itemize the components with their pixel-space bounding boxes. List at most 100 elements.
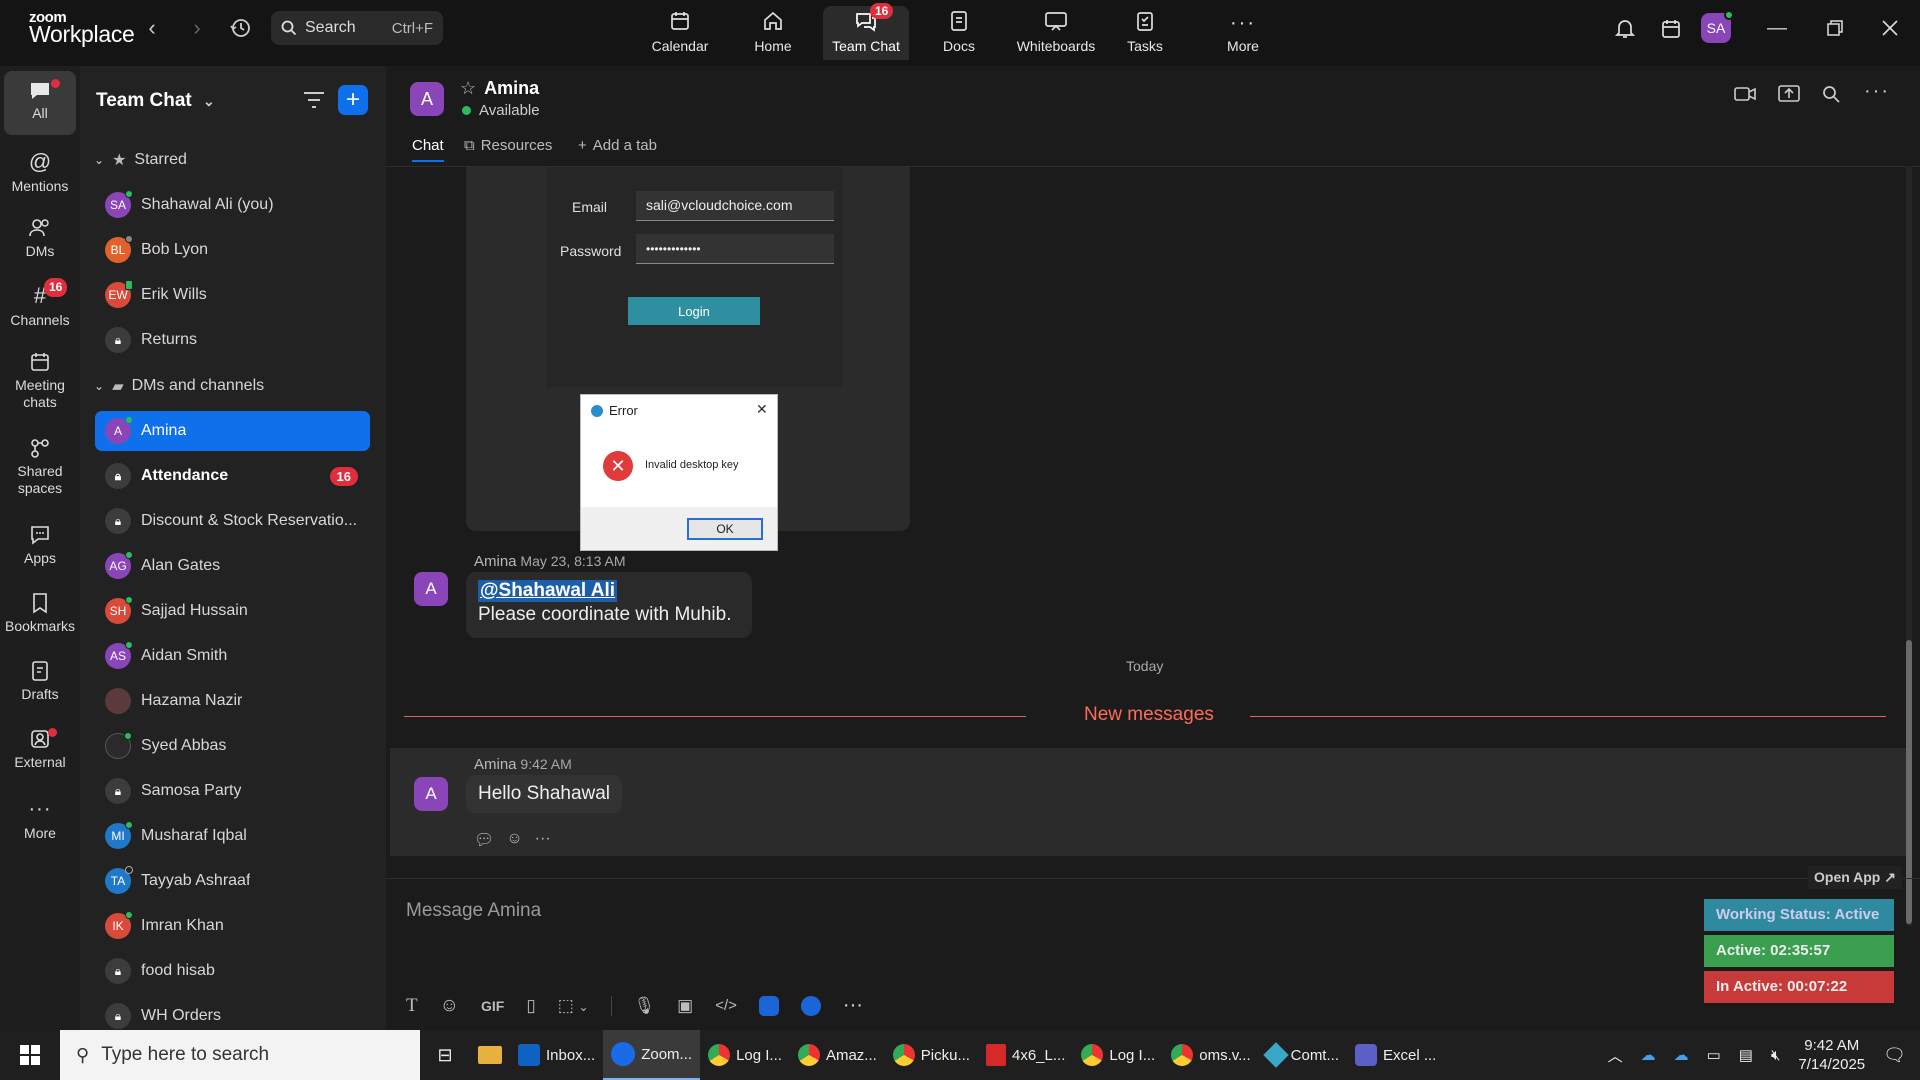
rail-item-apps[interactable]: Apps <box>4 524 76 567</box>
taskbar-item-excel[interactable]: Excel ... <box>1347 1030 1444 1080</box>
rail-item-drafts[interactable]: Drafts <box>4 660 76 703</box>
star-icon[interactable]: ☆ <box>460 78 476 99</box>
message-author[interactable]: Amina <box>474 756 517 773</box>
tab-tasks[interactable]: Tasks <box>1102 6 1188 60</box>
rail-item-external[interactable]: External <box>4 728 76 771</box>
list-item[interactable]: MI Musharaf Iqbal <box>95 816 370 856</box>
rail-item-more[interactable]: ··· More <box>4 799 76 842</box>
rail-item-shared-spaces[interactable]: Shared spaces <box>4 437 76 497</box>
message-input[interactable]: Message Amina <box>406 888 1756 948</box>
volume-muted-icon[interactable]: 🔇︎ <box>1771 1047 1780 1064</box>
battery-icon[interactable]: ▭ <box>1707 1046 1721 1064</box>
list-item[interactable]: 🔒︎ Attendance 16 <box>95 456 370 496</box>
search-input[interactable]: Search Ctrl+F <box>271 11 443 45</box>
windows-start-icon[interactable] <box>0 1030 60 1080</box>
bell-icon[interactable] <box>1612 16 1638 42</box>
list-item[interactable]: TA Tayyab Ashraaf <box>95 861 370 901</box>
more-icon[interactable]: ··· <box>843 994 863 1017</box>
taskbar-item-chrome[interactable]: Amaz... <box>790 1030 885 1080</box>
tab-home[interactable]: Home <box>730 6 816 60</box>
message-author[interactable]: Amina <box>474 553 517 570</box>
app-icon-2[interactable] <box>800 995 821 1016</box>
list-item[interactable]: Hazama Nazir <box>95 681 370 721</box>
shared-screenshot[interactable]: Email sali@vcloudchoice.com Password •••… <box>466 167 910 551</box>
file-icon[interactable]: ▯ <box>526 996 535 1016</box>
tab-whiteboards[interactable]: Whiteboards <box>1008 6 1104 60</box>
taskbar-item-acrobat[interactable]: 4x6_L... <box>978 1030 1073 1080</box>
taskbar-item-outlook[interactable]: Inbox... <box>510 1030 603 1080</box>
taskbar-item-chrome[interactable]: Log I... <box>1073 1030 1163 1080</box>
list-item-selected[interactable]: A Amina <box>95 411 370 451</box>
close-icon[interactable] <box>1878 14 1902 42</box>
code-icon[interactable]: </> <box>715 997 737 1014</box>
restore-icon[interactable] <box>1823 14 1847 42</box>
task-view-icon[interactable]: ⊟ <box>420 1045 470 1066</box>
clock[interactable]: 9:42 AM 7/14/2025 <box>1798 1036 1865 1074</box>
rail-item-dms[interactable]: DMs <box>4 217 76 260</box>
rail-item-mentions[interactable]: @ Mentions <box>4 150 76 195</box>
list-item[interactable]: AS Aidan Smith <box>95 636 370 676</box>
tab-resources[interactable]: ⧉ Resources <box>464 137 552 154</box>
chevron-up-icon[interactable]: ︿ <box>1608 1045 1623 1066</box>
taskbar-item-app[interactable]: Comt... <box>1259 1030 1347 1080</box>
list-item[interactable]: EW Erik Wills <box>95 275 370 315</box>
emoji-icon[interactable]: ☺ <box>440 995 459 1017</box>
rail-item-meeting-chats[interactable]: Meeting chats <box>4 351 76 411</box>
network-icon[interactable]: ▤ <box>1739 1046 1753 1064</box>
gif-icon[interactable]: GIF <box>481 998 504 1014</box>
list-item[interactable]: AG Alan Gates <box>95 546 370 586</box>
tab-calendar[interactable]: Calendar <box>637 6 723 60</box>
rail-item-bookmarks[interactable]: Bookmarks <box>4 592 76 635</box>
list-item[interactable]: IK Imran Khan <box>95 906 370 946</box>
share-screen-icon[interactable] <box>1778 84 1800 104</box>
list-item[interactable]: SH Sajjad Hussain <box>95 591 370 631</box>
tab-chat[interactable]: Chat <box>412 137 444 162</box>
add-tab-button[interactable]: + Add a tab <box>578 137 657 154</box>
calendar-status-icon[interactable] <box>1658 16 1684 42</box>
list-item[interactable]: 🔒︎ food hisab <box>95 951 370 991</box>
search-icon[interactable] <box>1822 85 1840 103</box>
message-avatar[interactable]: A <box>414 777 448 811</box>
taskbar-item-chrome[interactable]: Log I... <box>700 1030 790 1080</box>
message-bubble[interactable]: Hello Shahawal <box>466 775 623 813</box>
tab-docs[interactable]: Docs <box>916 6 1002 60</box>
starred-section-header[interactable]: ⌄ ★ Starred <box>94 150 187 170</box>
tab-more[interactable]: ··· More <box>1200 6 1286 60</box>
rail-item-channels[interactable]: # 16 Channels <box>4 278 76 329</box>
list-item[interactable]: 🔒︎ Returns <box>95 320 370 360</box>
screenshot-icon[interactable]: ⬚ ⌄ <box>558 996 589 1016</box>
onedrive-icon[interactable]: ☁ <box>1674 1046 1689 1064</box>
text-format-icon[interactable]: T <box>406 995 418 1017</box>
more-options-icon[interactable]: ··· <box>1864 80 1890 103</box>
list-item[interactable]: BL Bob Lyon <box>95 230 370 270</box>
taskbar-search-input[interactable]: ⚲ Type here to search <box>60 1030 420 1080</box>
file-explorer-icon[interactable] <box>470 1030 510 1080</box>
list-item[interactable]: 🔒︎ Samosa Party <box>95 771 370 811</box>
chat-avatar[interactable]: A <box>410 82 444 116</box>
message-avatar[interactable]: A <box>414 572 448 606</box>
taskbar-item-zoom[interactable]: Zoom... <box>603 1030 701 1080</box>
reply-icon[interactable]: 💬︎ <box>474 830 494 850</box>
mention-link[interactable]: @Shahawal Ali <box>478 580 618 602</box>
scrollbar-thumb[interactable] <box>1906 640 1912 924</box>
onedrive-icon[interactable]: ☁ <box>1641 1046 1656 1064</box>
new-chat-button[interactable]: + <box>338 85 368 115</box>
taskbar-item-chrome[interactable]: Picku... <box>885 1030 978 1080</box>
avatar[interactable]: SA <box>1701 10 1734 43</box>
taskbar-item-chrome[interactable]: oms.v... <box>1163 1030 1258 1080</box>
list-item[interactable]: Syed Abbas <box>95 726 370 766</box>
minimize-icon[interactable]: — <box>1765 14 1789 42</box>
notifications-icon[interactable]: 🗨︎ <box>1883 1045 1906 1066</box>
microphone-icon[interactable]: 🎙︎ <box>634 996 656 1016</box>
list-item[interactable]: SA Shahawal Ali (you) <box>95 185 370 225</box>
history-icon[interactable] <box>226 14 254 42</box>
video-message-icon[interactable]: ▣ <box>677 996 693 1016</box>
rail-item-all[interactable]: All <box>4 71 76 135</box>
contact-name[interactable]: Amina <box>484 78 539 99</box>
dms-section-header[interactable]: ⌄ ▰ DMs and channels <box>94 377 264 395</box>
filter-icon[interactable] <box>303 91 325 109</box>
sidebar-title[interactable]: Team Chat ⌄ <box>96 90 215 112</box>
emoji-react-icon[interactable]: ☺ <box>506 830 522 850</box>
open-app-link[interactable]: Open App ↗ <box>1808 866 1902 889</box>
back-arrow-icon[interactable]: ‹ <box>140 14 164 42</box>
